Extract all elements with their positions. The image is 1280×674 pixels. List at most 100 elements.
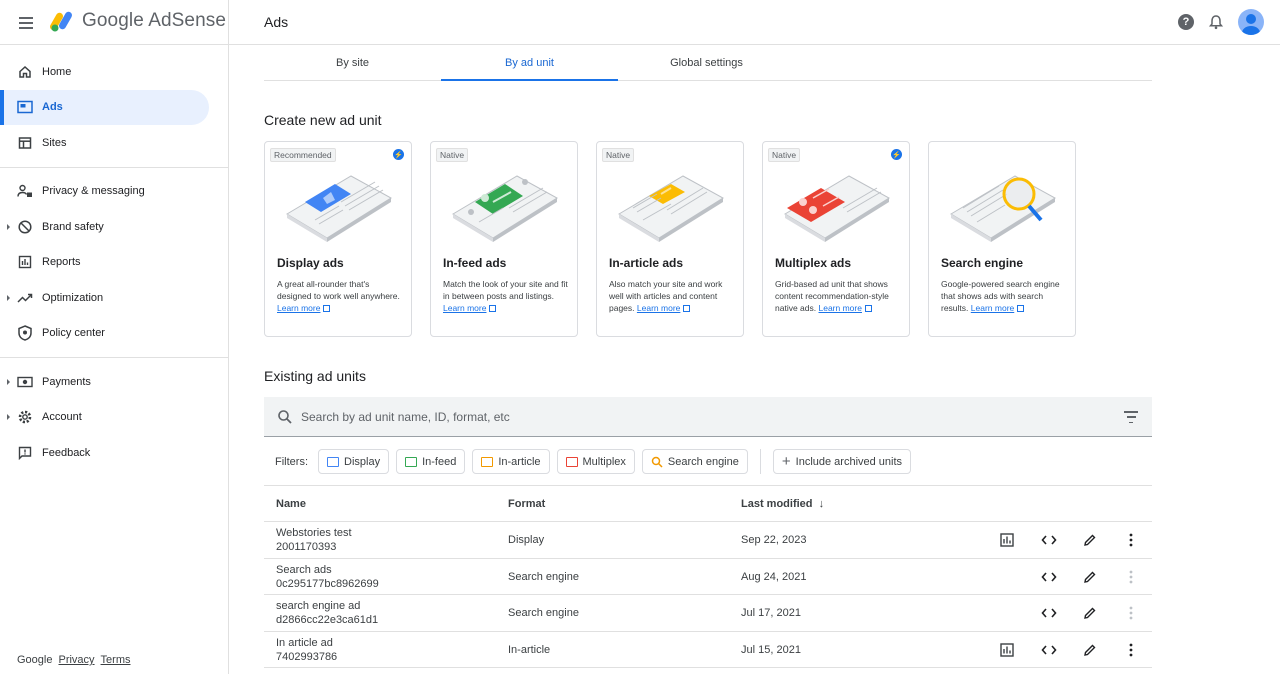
more-vert-icon[interactable] bbox=[1123, 532, 1139, 548]
sidebar-item-payments[interactable]: Payments bbox=[0, 364, 228, 400]
ad-unit-name[interactable]: Webstories test bbox=[276, 526, 352, 540]
table-row[interactable]: Search ads 0c295177bc8962699 Search engi… bbox=[264, 559, 1152, 595]
edit-pencil-icon[interactable] bbox=[1082, 569, 1098, 585]
report-icon[interactable] bbox=[999, 642, 1015, 658]
sidebar-item-feedback[interactable]: Feedback bbox=[0, 435, 228, 471]
notifications-bell-icon[interactable] bbox=[1208, 14, 1224, 30]
top-app-bar: Google AdSense Ads ? bbox=[0, 0, 1280, 45]
more-vert-icon[interactable] bbox=[1123, 642, 1139, 658]
external-link-icon bbox=[864, 305, 872, 312]
learn-more-link[interactable]: Learn more bbox=[277, 303, 320, 313]
sidebar-item-sites[interactable]: Sites bbox=[0, 125, 228, 161]
adsense-logo[interactable]: Google AdSense bbox=[50, 10, 226, 32]
ad-unit-name[interactable]: search engine ad bbox=[276, 599, 378, 613]
learn-more-link[interactable]: Learn more bbox=[819, 303, 862, 313]
filter-chip-multiplex[interactable]: Multiplex bbox=[556, 449, 635, 474]
card-in-feed-ads[interactable]: Native In-feed ads Match the look of you… bbox=[430, 141, 578, 337]
search-input[interactable] bbox=[301, 409, 1081, 424]
table-header: Name Format Last modified ↓ bbox=[264, 485, 1152, 522]
filter-chips: Filters: Display In-feed In-article Mult… bbox=[264, 449, 912, 474]
sidebar-item-brand-safety[interactable]: Brand safety bbox=[0, 209, 228, 245]
card-description: Also match your site and work well with … bbox=[609, 278, 737, 314]
table-row[interactable]: In article ad 7402993786 In-article Jul … bbox=[264, 632, 1152, 668]
in-feed-ads-illustration bbox=[452, 175, 558, 242]
tab-bar: By site By ad unit Global settings bbox=[264, 45, 1152, 81]
sidebar-item-account[interactable]: Account bbox=[0, 400, 228, 436]
card-badge: Native bbox=[768, 148, 801, 162]
filter-list-icon[interactable] bbox=[1124, 411, 1138, 423]
ad-unit-id: d2866cc22e3ca61d1 bbox=[276, 614, 379, 626]
ads-icon bbox=[17, 99, 33, 115]
column-header-last-modified[interactable]: Last modified ↓ bbox=[741, 498, 824, 510]
main-menu-button[interactable] bbox=[14, 11, 38, 35]
edit-pencil-icon[interactable] bbox=[1082, 532, 1098, 548]
account-avatar[interactable] bbox=[1238, 9, 1264, 35]
sidebar-item-label: Home bbox=[42, 65, 72, 78]
in-article-format-icon bbox=[481, 456, 494, 467]
filter-chip-in-feed[interactable]: In-feed bbox=[396, 449, 466, 474]
expand-caret-icon bbox=[7, 414, 10, 421]
card-in-article-ads[interactable]: Native In-article ads Also match your si… bbox=[596, 141, 744, 337]
sidebar-item-home[interactable]: Home bbox=[0, 54, 228, 90]
filter-chip-display[interactable]: Display bbox=[318, 449, 390, 474]
sidebar-item-ads[interactable]: Ads bbox=[0, 89, 209, 125]
include-archived-chip[interactable]: + Include archived units bbox=[772, 449, 912, 474]
filter-chip-in-article[interactable]: In-article bbox=[472, 449, 550, 474]
display-ads-illustration bbox=[286, 175, 392, 242]
card-description: Google-powered search engine that shows … bbox=[941, 278, 1069, 314]
ad-unit-id: 7402993786 bbox=[276, 650, 338, 663]
ad-unit-id: 0c295177bc8962699 bbox=[276, 577, 379, 590]
search-icon bbox=[278, 409, 292, 424]
learn-more-link[interactable]: Learn more bbox=[443, 303, 486, 313]
sidebar-item-policy-center[interactable]: Policy center bbox=[0, 316, 228, 352]
chip-label: In-article bbox=[498, 455, 541, 468]
column-header-label: Last modified bbox=[741, 498, 813, 510]
tab-by-ad-unit[interactable]: By ad unit bbox=[441, 45, 618, 81]
card-search-engine[interactable]: Search engine Google-powered search engi… bbox=[928, 141, 1076, 337]
sidebar-item-label: Privacy & messaging bbox=[42, 185, 145, 198]
help-icon[interactable]: ? bbox=[1178, 14, 1194, 30]
ad-unit-name[interactable]: In article ad bbox=[276, 636, 337, 650]
search-engine-format-icon bbox=[651, 456, 663, 468]
main-content: By site By ad unit Global settings Creat… bbox=[229, 45, 1280, 674]
ad-units-table: Name Format Last modified ↓ Webstories t… bbox=[264, 485, 1152, 668]
edit-pencil-icon[interactable] bbox=[1082, 642, 1098, 658]
sidebar-item-label: Account bbox=[42, 411, 82, 424]
code-icon[interactable] bbox=[1041, 532, 1057, 548]
sidebar-item-label: Brand safety bbox=[42, 220, 104, 233]
chip-label: In-feed bbox=[422, 455, 457, 468]
sidebar-item-reports[interactable]: Reports bbox=[0, 245, 228, 281]
sidebar-item-privacy-messaging[interactable]: Privacy & messaging bbox=[0, 174, 228, 210]
bolt-icon: ⚡ bbox=[393, 149, 404, 160]
sidebar-nav: Home Ads Sites Privacy & messaging Brand… bbox=[0, 45, 229, 674]
learn-more-link[interactable]: Learn more bbox=[637, 303, 680, 313]
card-description: Grid-based ad unit that shows content re… bbox=[775, 278, 903, 314]
card-display-ads[interactable]: Recommended ⚡ Display ads A great all-ro… bbox=[264, 141, 412, 337]
code-icon[interactable] bbox=[1041, 642, 1057, 658]
ad-unit-name-cell: In article ad 7402993786 bbox=[276, 636, 337, 664]
chip-label: Display bbox=[344, 455, 381, 468]
filter-chip-search-engine[interactable]: Search engine bbox=[641, 449, 748, 474]
sidebar-item-label: Sites bbox=[42, 136, 67, 149]
sidebar-item-optimization[interactable]: Optimization bbox=[0, 280, 228, 316]
learn-more-link[interactable]: Learn more bbox=[971, 303, 1014, 313]
privacy-link[interactable]: Privacy bbox=[58, 654, 94, 666]
ad-unit-name[interactable]: Search ads bbox=[276, 563, 379, 577]
table-row[interactable]: search engine ad d2866cc22e3ca61d1 Searc… bbox=[264, 595, 1152, 632]
footer-google: Google bbox=[17, 654, 53, 666]
code-icon[interactable] bbox=[1041, 569, 1057, 585]
table-row[interactable]: Webstories test 2001170393 Display Sep 2… bbox=[264, 522, 1152, 559]
tab-by-site[interactable]: By site bbox=[264, 45, 441, 80]
tab-global-settings[interactable]: Global settings bbox=[618, 45, 795, 80]
plus-icon: + bbox=[781, 453, 791, 470]
card-multiplex-ads[interactable]: Native ⚡ Multiplex ads Grid-based ad uni… bbox=[762, 141, 910, 337]
chip-label: Multiplex bbox=[582, 455, 626, 468]
report-icon[interactable] bbox=[999, 532, 1015, 548]
column-header-name[interactable]: Name bbox=[276, 498, 306, 510]
ad-unit-name-cell: search engine ad d2866cc22e3ca61d1 bbox=[276, 599, 378, 627]
column-header-format[interactable]: Format bbox=[508, 498, 545, 510]
edit-pencil-icon[interactable] bbox=[1082, 605, 1098, 621]
card-title: In-article ads bbox=[609, 256, 684, 270]
code-icon[interactable] bbox=[1041, 605, 1057, 621]
terms-link[interactable]: Terms bbox=[101, 654, 131, 666]
